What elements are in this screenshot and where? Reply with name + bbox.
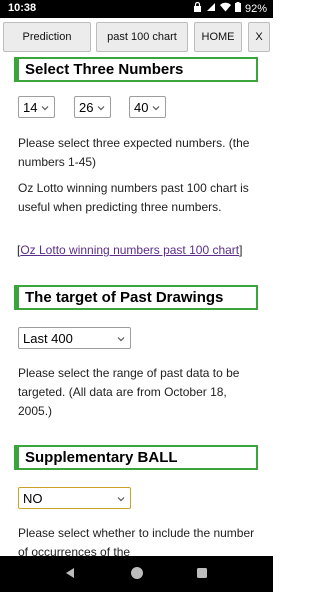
prediction-button[interactable]: Prediction [3,22,91,52]
select-numbers-description: Please select three expected numbers. (t… [18,136,250,169]
status-icons: 92% [193,1,267,16]
chevron-down-icon [116,492,126,502]
chevron-down-icon [116,332,126,342]
status-time: 10:38 [8,2,37,14]
range-select-value: Last 400 [23,330,73,346]
link-bracket-close: ] [239,243,243,257]
range-description: Please select the range of past data to … [18,366,240,418]
wifi-icon [219,2,231,16]
supplementary-ball-value: NO [23,490,43,506]
number-select-3[interactable]: 40 [129,96,166,118]
content-area: Select Three Numbers 14 26 40 Please sel… [0,54,273,556]
recents-icon[interactable] [195,566,209,585]
chevron-down-icon [40,101,50,111]
number-select-1[interactable]: 14 [18,96,55,118]
section-title-supplementary-ball: Supplementary BALL [14,445,258,470]
app-navbar: Prediction past 100 chart HOME X [0,18,273,54]
section-title-select-numbers: Select Three Numbers [14,57,258,82]
past-100-chart-link[interactable]: Oz Lotto winning numbers past 100 chart [20,243,239,257]
back-icon[interactable] [63,566,77,585]
home-circle-icon[interactable] [130,566,144,585]
chevron-down-icon [151,101,161,111]
number-select-2[interactable]: 26 [74,96,111,118]
number-select-1-value: 14 [23,99,38,115]
chevron-down-icon [96,101,106,111]
supplementary-ball-select[interactable]: NO [18,487,131,509]
close-button[interactable]: X [248,22,270,52]
lock-icon [193,1,202,16]
home-button[interactable]: HOME [194,22,242,52]
section-title-target-drawings: The target of Past Drawings [14,285,258,310]
chart-link-line: [Oz Lotto winning numbers past 100 chart… [17,241,267,260]
signal-icon [206,2,216,16]
number-select-2-value: 26 [79,99,94,115]
chart-usefulness-note: Oz Lotto winning numbers past 100 chart … [18,181,249,214]
battery-icon [234,2,241,16]
number-select-3-value: 40 [134,99,149,115]
status-bar: 10:38 92% [0,0,273,18]
supplementary-description: Please select whether to include the num… [18,526,255,556]
battery-percent: 92% [244,3,267,15]
past-100-chart-button[interactable]: past 100 chart [96,22,188,52]
range-select[interactable]: Last 400 [18,327,131,349]
system-navigation-bar [0,556,273,592]
